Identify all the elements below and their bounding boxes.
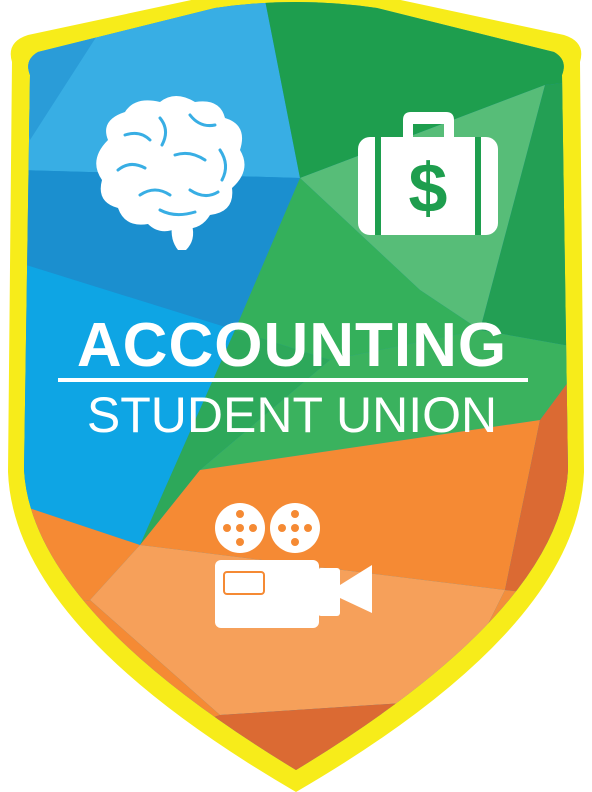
badge-subtitle: STUDENT UNION bbox=[87, 387, 497, 443]
badge-graphic: $ ACCOUNTING STUDENT UNION bbox=[8, 0, 584, 792]
dollar-sign-icon: $ bbox=[409, 149, 448, 227]
badge-title: ACCOUNTING bbox=[77, 311, 507, 380]
title-divider bbox=[58, 378, 528, 382]
accounting-student-union-badge: $ ACCOUNTING STUDENT UNION bbox=[0, 0, 592, 792]
